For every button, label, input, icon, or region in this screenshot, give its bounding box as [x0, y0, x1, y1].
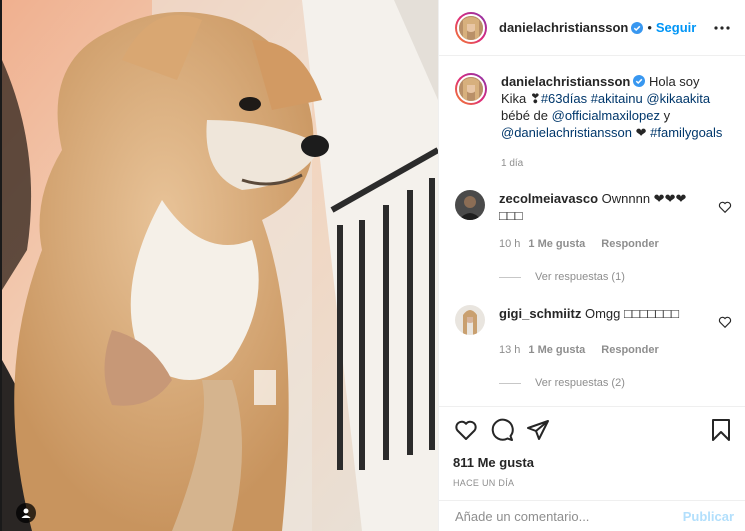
- caption-avatar[interactable]: [455, 73, 487, 105]
- caption-text-3: y: [663, 108, 671, 123]
- comment-like-icon[interactable]: [718, 200, 732, 214]
- caption-username[interactable]: danielachristiansson: [501, 74, 630, 89]
- reply-button[interactable]: Responder: [601, 344, 658, 356]
- share-button[interactable]: [525, 417, 551, 443]
- comment-like-icon[interactable]: [718, 315, 732, 329]
- like-button[interactable]: [453, 417, 479, 443]
- hashtag-63dias[interactable]: #63días: [541, 91, 587, 106]
- likes-count[interactable]: 811 Me gusta: [453, 455, 734, 470]
- post-photo[interactable]: [2, 0, 438, 531]
- mention-officialmaxilopez[interactable]: @officialmaxilopez: [552, 108, 660, 123]
- avatar-image: [457, 13, 485, 42]
- comment-text: Omgg □□□□□□□: [584, 306, 679, 321]
- avatar-image: [457, 75, 485, 103]
- caption-text-2: bébé de: [501, 108, 548, 123]
- heart-icon: [455, 420, 477, 440]
- owner-username[interactable]: danielachristiansson: [499, 20, 628, 35]
- hashtag-familygoals[interactable]: #familygoals: [650, 125, 722, 140]
- share-icon: [527, 420, 549, 440]
- mention-kikaakita[interactable]: @kikaakita: [646, 91, 710, 106]
- comment-icon: [491, 418, 514, 441]
- comment-meta: 13 h 1 Me gusta Responder: [499, 342, 704, 359]
- comment-body: gigi_schmiitz Omgg □□□□□□□ 13 h 1 Me gust…: [499, 305, 704, 359]
- view-replies-label: Ver respuestas (2): [535, 377, 625, 389]
- caption-emoji: ❣: [529, 91, 541, 106]
- comment-avatar[interactable]: [455, 190, 485, 220]
- add-comment-bar: Publicar: [439, 500, 745, 531]
- save-button[interactable]: [708, 417, 734, 443]
- replies-line: [499, 382, 521, 384]
- more-options-button[interactable]: [710, 16, 734, 40]
- user-icon: [21, 508, 31, 518]
- view-replies-label: Ver respuestas (1): [535, 271, 625, 283]
- comment-body: zecolmeiavasco Ownnnn ❤❤❤□□□ 10 h1 Me gu…: [499, 190, 704, 253]
- post-actions: 811 Me gusta HACE UN DÍA: [439, 406, 745, 500]
- comment-button[interactable]: [489, 417, 515, 443]
- caption-time[interactable]: 1 día: [501, 155, 726, 172]
- post-side-panel: danielachristiansson • Seguir danielachr…: [438, 0, 745, 531]
- action-icons: [453, 417, 734, 443]
- posted-time[interactable]: HACE UN DÍA: [453, 478, 734, 488]
- follow-button[interactable]: Seguir: [656, 20, 696, 35]
- comment-username[interactable]: zecolmeiavasco: [499, 191, 598, 206]
- comment-input[interactable]: [455, 508, 675, 524]
- view-replies-button[interactable]: Ver respuestas (2): [439, 377, 745, 389]
- caption-heart: ❤: [635, 125, 647, 140]
- view-replies-button[interactable]: Ver respuestas (1): [439, 271, 745, 283]
- more-icon: [714, 25, 730, 30]
- mention-danielachristiansson[interactable]: @danielachristiansson: [501, 125, 632, 140]
- comment-item: gigi_schmiitz Omgg □□□□□□□ 13 h 1 Me gust…: [439, 305, 745, 359]
- comment-avatar[interactable]: [455, 305, 485, 335]
- post-header: danielachristiansson • Seguir: [439, 0, 745, 56]
- comment-likes[interactable]: 1 Me gusta: [528, 344, 585, 356]
- comment-likes[interactable]: 1 Me gusta: [528, 238, 585, 250]
- reply-button[interactable]: Responder: [601, 238, 658, 250]
- hashtag-akitainu[interactable]: #akitainu: [591, 91, 643, 106]
- comment-username[interactable]: gigi_schmiitz: [499, 306, 581, 321]
- bookmark-icon: [712, 419, 730, 441]
- replies-line: [499, 276, 521, 278]
- post-caption: danielachristiansson Hola soy Kika ❣#63d…: [439, 57, 745, 172]
- owner-avatar[interactable]: [455, 11, 487, 44]
- comment-item: zecolmeiavasco Ownnnn ❤❤❤□□□ 10 h1 Me gu…: [439, 190, 745, 253]
- comment-meta: 10 h 1 Me gusta Responder: [499, 236, 704, 253]
- tagged-users-button[interactable]: [16, 503, 36, 523]
- akita-puppy-image: [2, 0, 438, 531]
- comment-time[interactable]: 10 h: [499, 238, 520, 250]
- caption-text: danielachristiansson Hola soy Kika ❣#63d…: [501, 73, 726, 172]
- comments-list[interactable]: danielachristiansson Hola soy Kika ❣#63d…: [439, 57, 745, 406]
- publish-button[interactable]: Publicar: [683, 509, 734, 524]
- verified-badge-icon: [633, 75, 646, 87]
- comment-time[interactable]: 13 h: [499, 344, 520, 356]
- separator-dot: •: [647, 20, 652, 35]
- verified-badge-icon: [631, 21, 644, 34]
- post-dialog: danielachristiansson • Seguir danielachr…: [0, 0, 745, 531]
